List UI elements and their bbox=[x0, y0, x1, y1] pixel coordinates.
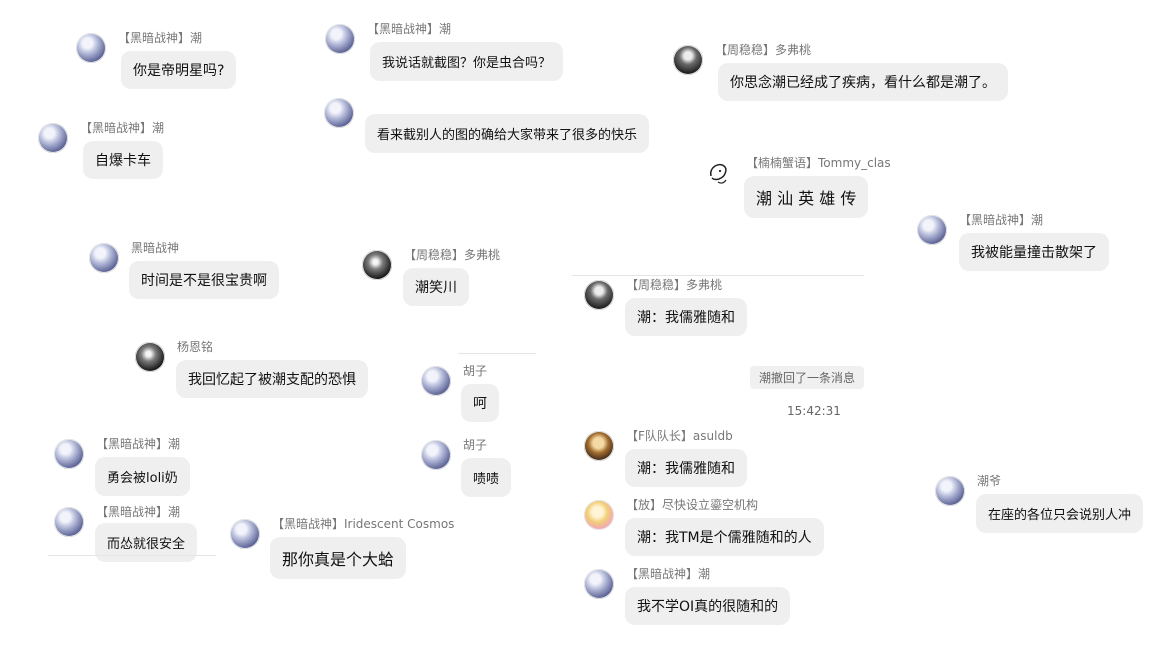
message-bubble: 啧啧 bbox=[461, 458, 512, 497]
sender-name: 【F队队长】asuldb bbox=[626, 429, 733, 443]
sender-name: 胡子 bbox=[463, 438, 488, 452]
avatar[interactable] bbox=[673, 45, 703, 75]
message-bubble: 潮 汕 英 雄 传 bbox=[744, 176, 869, 218]
avatar[interactable] bbox=[325, 24, 355, 54]
sender-name: 【黑暗战神】潮 bbox=[80, 121, 165, 135]
avatar[interactable] bbox=[421, 366, 451, 396]
avatar[interactable] bbox=[704, 158, 734, 188]
avatar[interactable] bbox=[230, 519, 260, 549]
message-bubble: 呵 bbox=[461, 384, 499, 422]
message-bubble: 潮：我儒雅随和 bbox=[625, 298, 747, 336]
avatar[interactable] bbox=[38, 123, 68, 153]
message-bubble: 我被能量撞击散架了 bbox=[959, 233, 1109, 271]
sender-name: 【黑暗战神】潮 bbox=[96, 437, 181, 451]
screenshot-divider bbox=[48, 555, 216, 556]
message-bubble: 在座的各位只会说别人冲 bbox=[976, 494, 1144, 533]
avatar[interactable] bbox=[584, 280, 614, 310]
sender-name: 杨恩铭 bbox=[177, 340, 214, 354]
sender-name: 潮爷 bbox=[977, 474, 1002, 488]
message-bubble: 我不学OI真的很随和的 bbox=[625, 587, 791, 625]
sender-name: 【黑暗战神】潮 bbox=[118, 31, 203, 45]
avatar[interactable] bbox=[135, 342, 165, 372]
message-bubble: 看来截别人的图的确给大家带来了很多的快乐 bbox=[365, 114, 650, 153]
message-bubble: 那你真是个大蛤 bbox=[270, 537, 407, 579]
avatar[interactable] bbox=[76, 33, 106, 63]
avatar[interactable] bbox=[584, 431, 614, 461]
sender-name: 【黑暗战神】潮 bbox=[96, 505, 181, 519]
message-bubble: 我回忆起了被潮支配的恐惧 bbox=[176, 360, 368, 398]
avatar[interactable] bbox=[362, 250, 392, 280]
message-bubble: 时间是不是很宝贵啊 bbox=[129, 261, 279, 299]
message-bubble: 潮：我TM是个儒雅随和的人 bbox=[625, 518, 824, 556]
avatar[interactable] bbox=[421, 440, 451, 470]
sender-name: 【黑暗战神】潮 bbox=[959, 213, 1044, 227]
sender-name: 【楠楠蟹语】Tommy_clas bbox=[746, 156, 891, 170]
avatar[interactable] bbox=[584, 500, 614, 530]
message-bubble: 你是帝明星吗? bbox=[121, 51, 237, 89]
screenshot-divider bbox=[458, 353, 536, 354]
sender-name: 胡子 bbox=[463, 364, 488, 378]
sender-name: 黑暗战神 bbox=[131, 241, 180, 255]
message-bubble: 你思念潮已经成了疾病，看什么都是潮了。 bbox=[718, 63, 1008, 101]
message-bubble: 而怂就很安全 bbox=[95, 523, 198, 562]
recall-notice: 潮撤回了一条消息 bbox=[750, 366, 865, 389]
sketch-face-icon bbox=[710, 163, 727, 184]
sender-name: 【黑暗战神】潮 bbox=[367, 22, 452, 36]
sender-name: 【周稳稳】多弗桃 bbox=[404, 248, 501, 262]
message-bubble: 勇会被loli奶 bbox=[95, 457, 190, 496]
sender-name: 【放】尽快设立鎏空机构 bbox=[626, 498, 759, 512]
avatar[interactable] bbox=[54, 507, 84, 537]
sender-name: 【黑暗战神】Iridescent Cosmos bbox=[272, 517, 455, 531]
sender-name: 【黑暗战神】潮 bbox=[626, 567, 711, 581]
avatar[interactable] bbox=[324, 98, 354, 128]
avatar[interactable] bbox=[54, 439, 84, 469]
avatar[interactable] bbox=[917, 215, 947, 245]
timestamp: 15:42:31 bbox=[787, 404, 841, 418]
avatar[interactable] bbox=[89, 243, 119, 273]
sender-name: 【周稳稳】多弗桃 bbox=[626, 278, 723, 292]
avatar[interactable] bbox=[935, 476, 965, 506]
message-bubble: 自爆卡车 bbox=[83, 141, 163, 179]
message-bubble: 潮：我儒雅随和 bbox=[625, 449, 747, 487]
sender-name: 【周稳稳】多弗桃 bbox=[715, 43, 812, 57]
message-bubble: 我说话就截图？你是虫合吗？ bbox=[370, 42, 564, 81]
avatar[interactable] bbox=[584, 569, 614, 599]
message-bubble: 潮笑川 bbox=[403, 268, 469, 306]
